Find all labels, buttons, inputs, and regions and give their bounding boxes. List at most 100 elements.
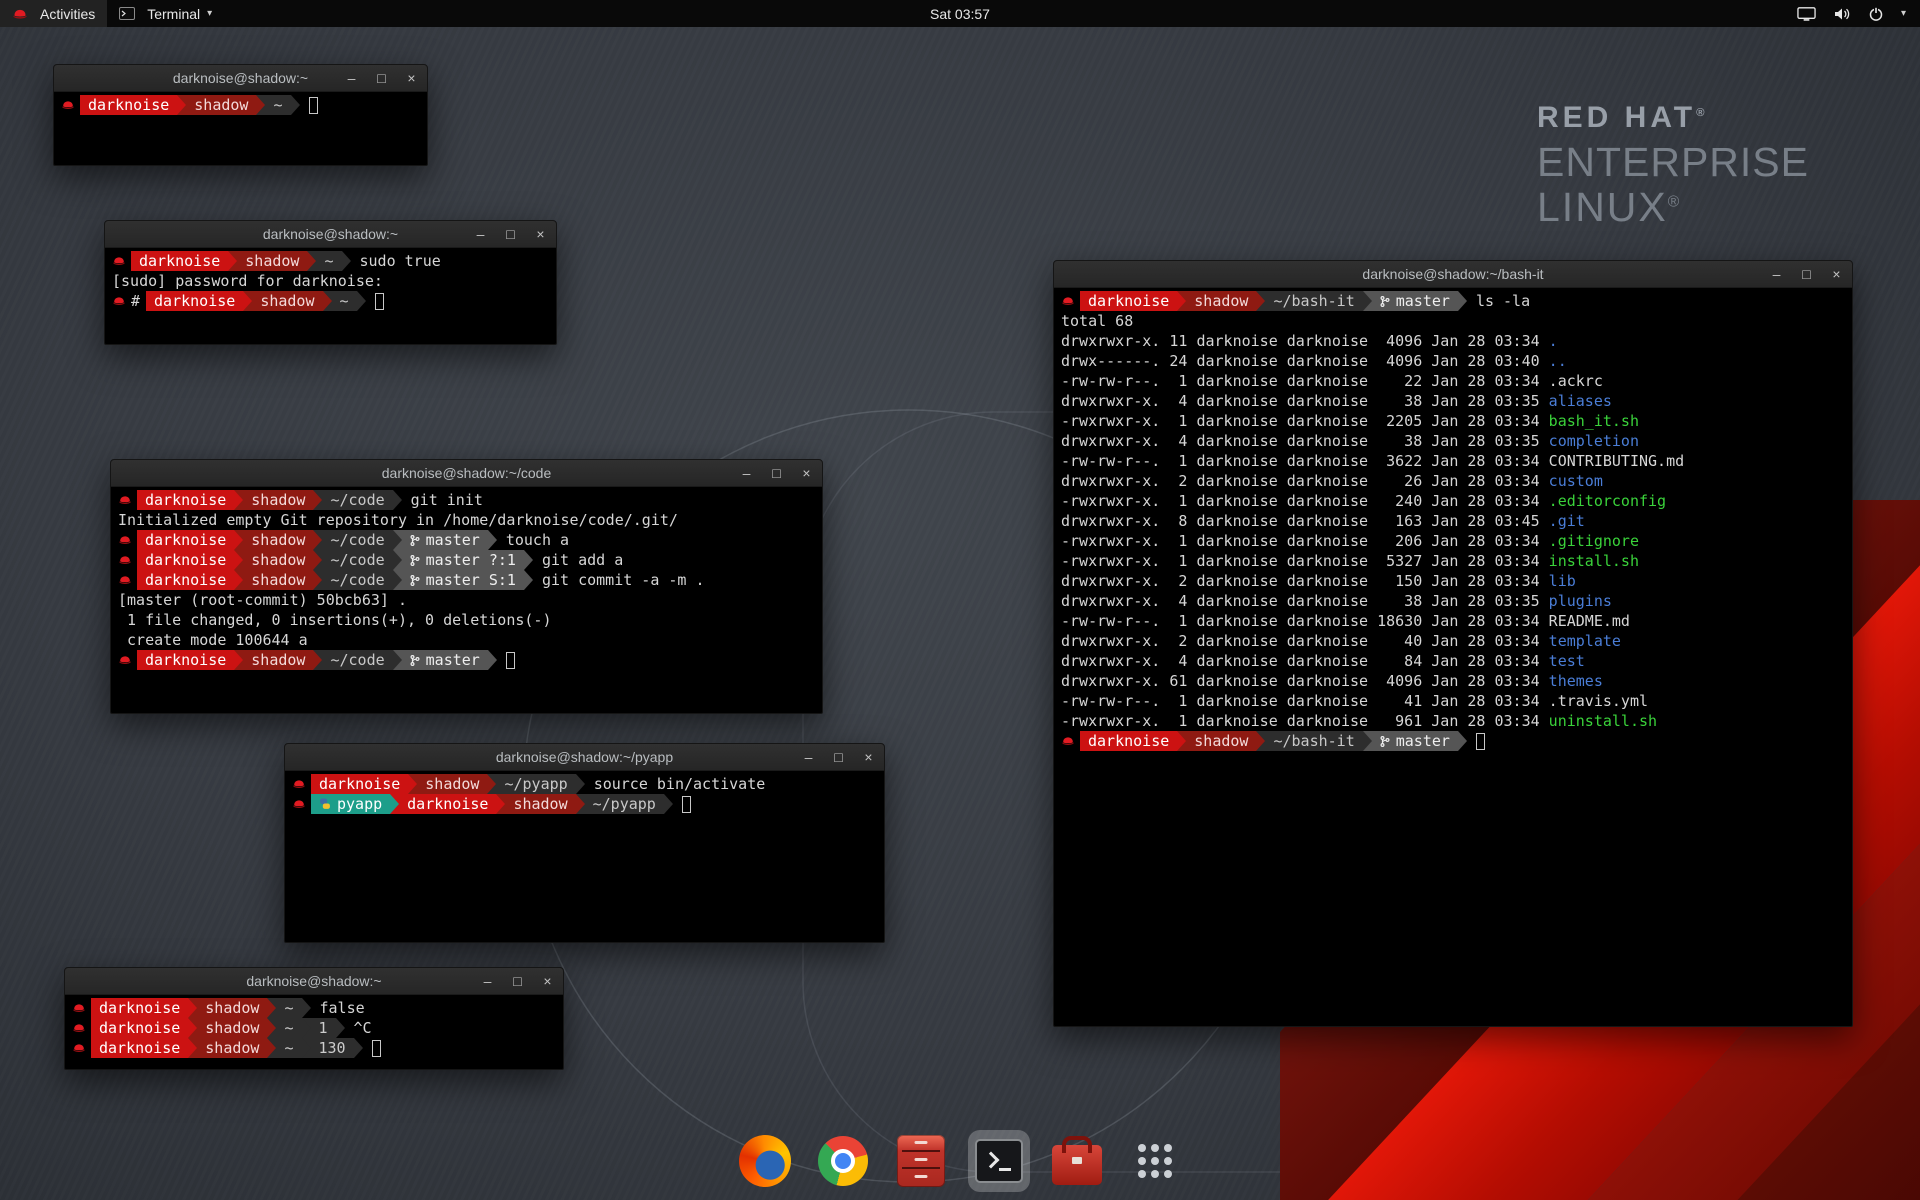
prompt-segment-git: master [402,530,488,550]
file-name: template [1549,631,1621,651]
command-text: git commit -a -m . [542,570,705,590]
maximize-button[interactable]: □ [503,227,518,241]
output-line: drwxrwxr-x. 11 darknoise darknoise 4096 … [1061,331,1845,351]
minimize-button[interactable]: – [801,750,816,764]
terminal-content[interactable]: darknoiseshadow~/pyappsource bin/activat… [285,771,884,942]
prompt-segment-user: darknoise [91,1018,188,1038]
output-line: drwxrwxr-x. 2 darknoise darknoise 150 Ja… [1061,571,1845,591]
window-titlebar[interactable]: darknoise@shadow:~ – □ × [105,221,556,248]
file-name: CONTRIBUTING.md [1549,451,1684,471]
clock[interactable]: Sat 03:57 [920,0,1000,27]
dock-item-terminal[interactable] [968,1130,1030,1192]
redhat-prompt-icon [118,555,132,565]
terminal-content[interactable]: darknoiseshadow~/bash-itmasterls -latota… [1054,288,1852,1026]
terminal-content[interactable]: darknoiseshadow~falsedarknoiseshadow~1^C… [65,995,563,1069]
maximize-button[interactable]: □ [374,71,389,85]
prompt-segment-user: darknoise [311,774,408,794]
prompt-segment-path: ~/pyapp [496,774,575,794]
activities-button[interactable]: Activities [0,0,107,27]
prompt-segment-git: master ?:1 [402,550,524,570]
prompt-segment-user: darknoise [91,1038,188,1058]
app-menu-terminal[interactable]: Terminal ▾ [107,0,224,27]
prompt-segment-host: shadow [417,774,487,794]
dock-item-toolbox[interactable] [1046,1130,1108,1192]
close-button[interactable]: × [404,71,419,85]
maximize-button[interactable]: □ [831,750,846,764]
file-name: test [1549,651,1585,671]
redhat-prompt-icon [118,495,132,505]
prompt-line: darknoiseshadow~sudo true [112,251,549,271]
dock-item-files[interactable] [890,1130,952,1192]
redhat-prompt-icon [118,535,132,545]
dock-item-chrome[interactable] [812,1130,874,1192]
git-branch-icon [1380,735,1390,748]
close-button[interactable]: × [533,227,548,241]
prompt-line: darknoiseshadow~ [61,95,420,115]
file-name: aliases [1549,391,1612,411]
dock [734,1130,1186,1192]
powerline-separator-icon [1458,731,1467,751]
close-button[interactable]: × [1829,267,1844,281]
window-titlebar[interactable]: darknoise@shadow:~/bash-it – □ × [1054,261,1852,288]
prompt-segment-git: master [1372,731,1458,751]
maximize-button[interactable]: □ [510,974,525,988]
powerline-separator-icon [313,570,322,590]
powerline-separator-icon [267,1038,276,1058]
window-titlebar[interactable]: darknoise@shadow:~ – □ × [54,65,427,92]
display-icon[interactable] [1797,6,1816,22]
window-titlebar[interactable]: darknoise@shadow:~/pyapp – □ × [285,744,884,771]
window-titlebar[interactable]: darknoise@shadow:~/code – □ × [111,460,822,487]
powerline-separator-icon [524,550,533,570]
minimize-button[interactable]: – [344,71,359,85]
root-indicator: # [131,291,140,311]
powerline-separator-icon [307,251,316,271]
dock-item-firefox[interactable] [734,1130,796,1192]
prompt-segment-path: ~ [276,1018,301,1038]
prompt-segment-path: ~ [332,291,357,311]
prompt-segment-venv: pyapp [311,794,390,814]
prompt-line: darknoiseshadow~/pyappsource bin/activat… [292,774,877,794]
system-status-area[interactable]: ▾ [1783,0,1920,27]
prompt-line: darknoiseshadow~/bash-itmaster [1061,731,1845,751]
minimize-button[interactable]: – [739,466,754,480]
powerline-separator-icon [302,1018,311,1038]
prompt-line: darknoiseshadow~/codemaster [118,650,815,670]
minimize-button[interactable]: – [480,974,495,988]
prompt-segment-path: ~/code [322,550,392,570]
minimize-button[interactable]: – [473,227,488,241]
maximize-button[interactable]: □ [1799,267,1814,281]
powerline-separator-icon [488,650,497,670]
dock-item-app-grid[interactable] [1124,1130,1186,1192]
terminal-content[interactable]: darknoiseshadow~ [54,92,427,165]
terminal-cursor [506,652,515,669]
command-text: ^C [354,1018,372,1038]
output-line: Initialized empty Git repository in /hom… [118,510,815,530]
window-titlebar[interactable]: darknoise@shadow:~ – □ × [65,968,563,995]
powerline-separator-icon [234,550,243,570]
power-icon[interactable] [1868,6,1884,22]
output-line: -rwxrwxr-x. 1 darknoise darknoise 961 Ja… [1061,711,1845,731]
file-name: install.sh [1549,551,1639,571]
powerline-separator-icon [1177,731,1186,751]
prompt-segment-host: shadow [237,251,307,271]
output-text: drwx------. 24 darknoise darknoise 4096 … [1061,351,1549,371]
maximize-button[interactable]: □ [769,466,784,480]
close-button[interactable]: × [861,750,876,764]
redhat-prompt-icon [72,1023,86,1033]
terminal-content[interactable]: darknoiseshadow~sudo true[sudo] password… [105,248,556,344]
close-button[interactable]: × [799,466,814,480]
prompt-segment-user: darknoise [137,550,234,570]
output-text: drwxrwxr-x. 2 darknoise darknoise 150 Ja… [1061,571,1549,591]
prompt-segment-path: ~ [276,1038,301,1058]
terminal-content[interactable]: darknoiseshadow~/codegit initInitialized… [111,487,822,713]
chevron-down-icon: ▾ [207,8,212,19]
prompt-segment-git: master [1372,291,1458,311]
powerline-separator-icon [267,1018,276,1038]
git-branch-icon [1380,295,1390,308]
close-button[interactable]: × [540,974,555,988]
file-name: custom [1549,471,1603,491]
minimize-button[interactable]: – [1769,267,1784,281]
terminal-window-exitcodes: darknoise@shadow:~ – □ × darknoiseshadow… [64,967,564,1070]
volume-icon[interactable] [1833,6,1851,22]
toolbox-icon [1052,1145,1102,1185]
